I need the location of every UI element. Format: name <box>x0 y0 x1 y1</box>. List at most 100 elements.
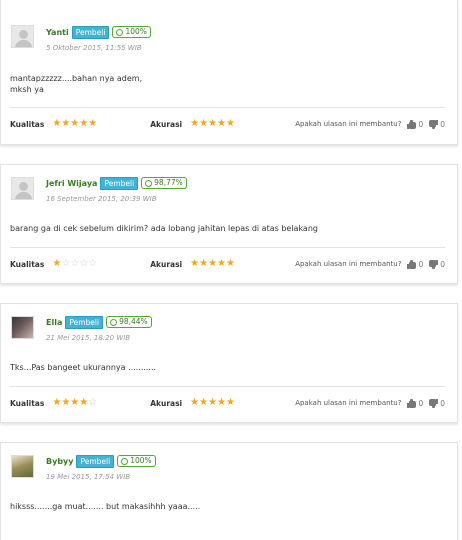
reputation-value: 98,77% <box>154 178 183 187</box>
like-button[interactable]: 0 <box>407 398 424 408</box>
review-header: Bybyy Pembeli 100% <box>46 454 156 468</box>
star-icon: ★ <box>190 258 200 269</box>
thumbs-down-icon <box>429 119 439 129</box>
helpful-question: Apakah ulasan ini membantu? <box>295 399 402 407</box>
buyer-badge: Pembeli <box>71 25 110 39</box>
like-count: 0 <box>418 398 424 408</box>
smiley-icon <box>145 179 153 187</box>
review-metrics: Kualitas ★ ★ ★ ★ ★ Akurasi ★ ★ ★ ★ ★ Apakah ulas… <box>10 118 445 130</box>
reputation-badge[interactable]: 98,77% <box>141 177 187 189</box>
reviewer-name[interactable]: Ella <box>46 318 62 327</box>
quality-stars: ★ ★ ★ ★ ★ <box>52 119 97 129</box>
thumbs-down-icon <box>429 259 439 269</box>
review-date: 21 Mei 2015, 18:20 WIB <box>46 334 131 342</box>
star-icon: ★ <box>217 118 226 129</box>
star-icon: ☆ <box>70 258 80 269</box>
star-icon: ★ <box>70 397 80 408</box>
star-icon: ★ <box>217 258 226 269</box>
user-avatar-icon[interactable] <box>11 316 34 339</box>
smiley-icon <box>110 318 118 326</box>
review-date: 19 Mei 2015, 17:54 WIB <box>46 473 131 481</box>
dislike-button[interactable]: 0 <box>429 259 445 269</box>
review-text: Tks...Pas bangeet ukurannya ........... <box>10 363 157 372</box>
reviewer-name[interactable]: Jefri Wijaya <box>46 179 97 188</box>
review-date: 16 September 2015, 20:39 WIB <box>46 195 157 203</box>
user-avatar-icon[interactable] <box>11 25 34 48</box>
star-icon: ☆ <box>88 397 98 408</box>
dislike-button[interactable]: 0 <box>429 119 445 129</box>
review-card: Bybyy Pembeli 100% 19 Mei 2015, 17:54 WI… <box>0 442 458 540</box>
star-icon: ★ <box>199 397 209 408</box>
divider <box>10 386 445 387</box>
star-icon: ★ <box>208 258 218 269</box>
smiley-icon <box>121 457 129 465</box>
quality-label: Kualitas <box>10 259 45 269</box>
user-avatar-icon[interactable] <box>11 177 34 200</box>
dislike-count: 0 <box>440 259 445 269</box>
accuracy-label: Akurasi <box>150 398 183 408</box>
star-icon: ★ <box>226 258 235 269</box>
star-icon: ☆ <box>88 258 98 269</box>
like-count: 0 <box>418 119 424 129</box>
thumbs-down-icon <box>429 398 439 408</box>
reputation-badge[interactable]: 100% <box>112 26 151 38</box>
review-date: 5 Oktober 2015, 11:55 WIB <box>46 44 142 52</box>
buyer-badge: Pembeli <box>65 315 104 329</box>
thumbs-up-icon <box>407 398 417 408</box>
dislike-count: 0 <box>440 119 445 129</box>
review-metrics: Kualitas ★ ☆ ☆ ☆ ☆ Akurasi ★ ★ ★ ★ ★ Apakah ulas… <box>10 258 445 270</box>
reputation-value: 100% <box>130 456 152 465</box>
quality-label: Kualitas <box>10 119 45 129</box>
review-metrics: Kualitas ★ ★ ★ ★ ☆ Akurasi ★ ★ ★ ★ ★ Apakah ulas… <box>10 397 445 409</box>
reputation-badge[interactable]: 100% <box>117 455 156 467</box>
divider <box>10 247 445 248</box>
quality-label: Kualitas <box>10 398 45 408</box>
reviewer-name[interactable]: Yanti <box>46 28 69 37</box>
buyer-badge: Pembeli <box>76 454 115 468</box>
quality-stars: ★ ☆ ☆ ☆ ☆ <box>52 259 97 269</box>
star-icon: ☆ <box>79 258 89 269</box>
star-icon: ★ <box>208 118 218 129</box>
review-header: Ella Pembeli 98,44% <box>46 315 152 329</box>
accuracy-label: Akurasi <box>150 119 183 129</box>
reputation-badge[interactable]: 98,44% <box>106 316 152 328</box>
star-icon: ★ <box>61 397 71 408</box>
helpful-question: Apakah ulasan ini membantu? <box>295 260 402 268</box>
star-icon: ★ <box>190 397 200 408</box>
star-icon: ★ <box>52 118 62 129</box>
user-avatar-icon[interactable] <box>11 455 34 478</box>
star-icon: ★ <box>52 258 62 269</box>
review-card: Jefri Wijaya Pembeli 98,77% 16 September… <box>0 164 458 284</box>
review-header: Yanti Pembeli 100% <box>46 25 151 39</box>
star-icon: ★ <box>190 118 200 129</box>
reviewer-name[interactable]: Bybyy <box>46 457 73 466</box>
like-button[interactable]: 0 <box>407 119 424 129</box>
star-icon: ★ <box>52 397 62 408</box>
quality-stars: ★ ★ ★ ★ ☆ <box>52 398 97 408</box>
thumbs-up-icon <box>407 259 417 269</box>
accuracy-label: Akurasi <box>150 259 183 269</box>
accuracy-stars: ★ ★ ★ ★ ★ <box>190 119 235 129</box>
accuracy-stars: ★ ★ ★ ★ ★ <box>190 398 235 408</box>
star-icon: ★ <box>70 118 80 129</box>
reputation-value: 98,44% <box>119 317 148 326</box>
accuracy-stars: ★ ★ ★ ★ ★ <box>190 259 235 269</box>
review-text: mantapzzzzz....bahan nya adem, mksh ya <box>10 74 143 94</box>
dislike-button[interactable]: 0 <box>429 398 445 408</box>
star-icon: ★ <box>79 118 89 129</box>
star-icon: ★ <box>79 397 89 408</box>
star-icon: ★ <box>88 118 98 129</box>
review-text: hiksss.......ga muat....... but makasihh… <box>10 502 201 511</box>
star-icon: ★ <box>61 118 71 129</box>
smiley-icon <box>116 28 124 36</box>
like-button[interactable]: 0 <box>407 259 423 269</box>
review-text: barang ga di cek sebelum dikirim? ada lo… <box>10 224 318 233</box>
star-icon: ★ <box>226 397 235 408</box>
divider <box>10 107 445 108</box>
review-card: Yanti Pembeli 100% 5 Oktober 2015, 11:55… <box>0 0 458 145</box>
star-icon: ★ <box>199 118 209 129</box>
helpful-question: Apakah ulasan ini membantu? <box>295 120 402 128</box>
review-header: Jefri Wijaya Pembeli 98,77% <box>46 176 187 190</box>
thumbs-up-icon <box>407 119 417 129</box>
star-icon: ☆ <box>61 258 71 269</box>
